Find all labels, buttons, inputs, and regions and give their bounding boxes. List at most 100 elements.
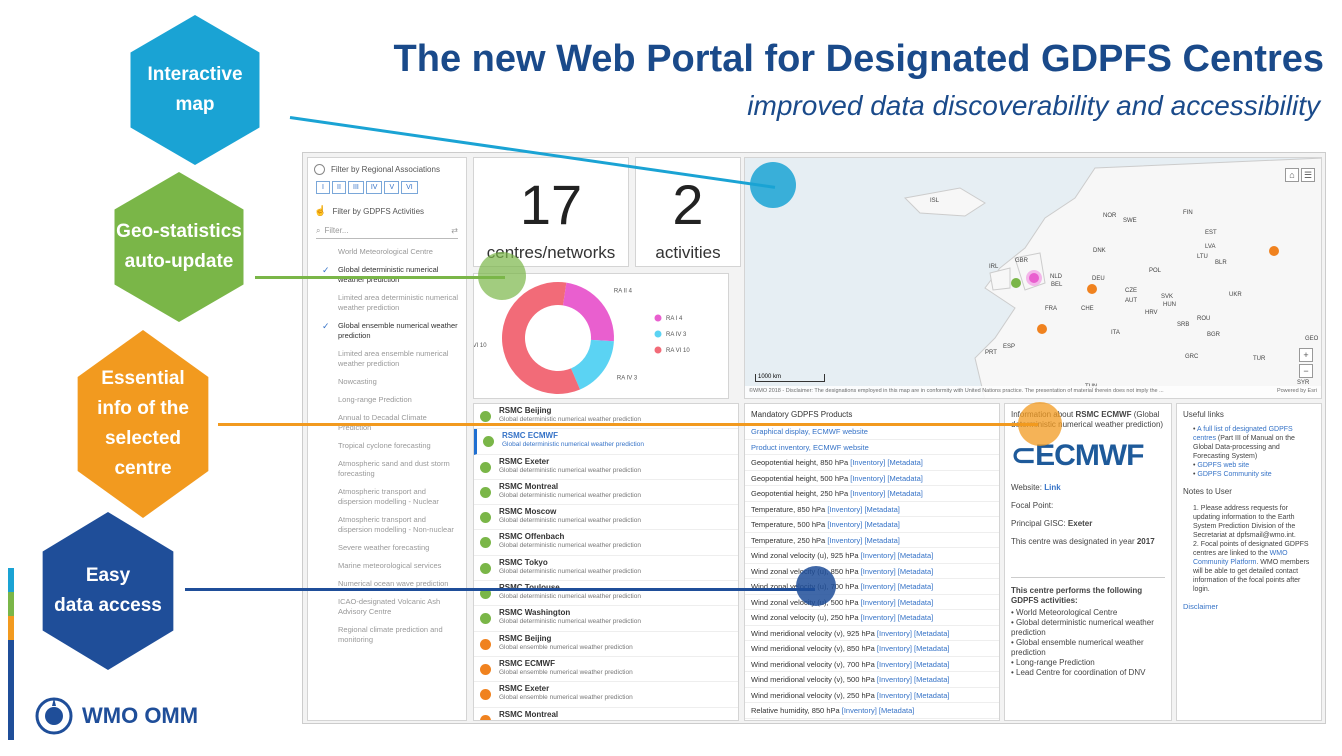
inventory-link[interactable]: [Inventory]: [850, 489, 885, 498]
zoom-in-button[interactable]: +: [1299, 348, 1313, 362]
metadata-link[interactable]: [Metadata]: [914, 660, 949, 669]
centre-list-item[interactable]: RSMC Moscow Global deterministic numerica…: [474, 505, 738, 531]
activity-filter-item[interactable]: Atmospheric transport and dispersion mod…: [314, 511, 460, 539]
interactive-map[interactable]: ISL NOR SWE FIN EST LVA LTU DNK BLR IRL GBR NLD BEL D…: [744, 157, 1322, 399]
inventory-link[interactable]: [Inventory]: [861, 567, 896, 576]
metadata-link[interactable]: [Metadata]: [914, 644, 949, 653]
inventory-link[interactable]: [Inventory]: [877, 629, 912, 638]
metadata-link[interactable]: [Metadata]: [898, 613, 933, 622]
metadata-link[interactable]: [Metadata]: [898, 582, 933, 591]
gdpfs-website-link[interactable]: GDPFS web site: [1197, 462, 1249, 469]
inventory-link[interactable]: [Inventory]: [827, 520, 862, 529]
metadata-link[interactable]: [Metadata]: [914, 691, 949, 700]
centre-list-item[interactable]: RSMC ECMWF Global deterministic numerical…: [474, 429, 738, 455]
centre-name: RSMC ECMWF: [502, 431, 558, 441]
callout-geo-statistics: Geo-statistics auto-update: [114, 172, 244, 322]
activity-filter-item[interactable]: Long-range Prediction: [314, 391, 460, 409]
region-button-iv[interactable]: IV: [365, 181, 383, 194]
callout-essential-info: Essential info of the selected centre: [77, 330, 209, 518]
inventory-link[interactable]: [Inventory]: [861, 551, 896, 560]
metadata-link[interactable]: [Metadata]: [914, 629, 949, 638]
metadata-link[interactable]: [Metadata]: [864, 505, 899, 514]
metadata-link[interactable]: [Metadata]: [887, 458, 922, 467]
centre-list-item[interactable]: RSMC Washington Global deterministic nume…: [474, 606, 738, 632]
activity-filter-item[interactable]: ICAO-designated Volcanic Ash Advisory Ce…: [314, 593, 460, 621]
activity-filter-item[interactable]: Regional climate prediction and monitori…: [314, 621, 460, 649]
centre-list-item[interactable]: RSMC Exeter Global ensemble numerical wea…: [474, 682, 738, 708]
product-link-row: Product inventory, ECMWF website: [745, 440, 999, 455]
zoom-out-button[interactable]: −: [1299, 364, 1313, 378]
region-button-vi[interactable]: VI: [401, 181, 418, 194]
activity-filter-item[interactable]: Nowcasting: [314, 373, 460, 391]
map-scale-label: 1000 km: [758, 374, 782, 380]
metadata-link[interactable]: [Metadata]: [898, 598, 933, 607]
activity-filter-item[interactable]: Limited area ensemble numerical weather …: [314, 345, 460, 373]
inventory-link[interactable]: [Inventory]: [861, 582, 896, 591]
inventory-link[interactable]: [Inventory]: [827, 505, 862, 514]
inventory-link[interactable]: [Inventory]: [850, 474, 885, 483]
gdpfs-community-link[interactable]: GDPFS Community site: [1197, 471, 1271, 478]
region-button-ii[interactable]: II: [332, 181, 346, 194]
centre-name: RSMC Exeter: [499, 684, 550, 694]
centre-list-item[interactable]: RSMC Tokyo Global deterministic numerical…: [474, 556, 738, 582]
inventory-link[interactable]: [Inventory]: [827, 536, 862, 545]
activity-filter-item[interactable]: Marine meteorological services: [314, 557, 460, 575]
centre-list-item[interactable]: RSMC Montreal Global deterministic numeri…: [474, 480, 738, 506]
activity-search-input[interactable]: ⌕ Filter... ⇄: [316, 223, 458, 239]
centre-list-item[interactable]: RSMC ToulouseGlobal deterministic numeri…: [474, 581, 738, 607]
map-marker-offenbach[interactable]: [1087, 284, 1097, 294]
metadata-link[interactable]: [Metadata]: [914, 675, 949, 684]
activity-filter-item[interactable]: Tropical cyclone forecasting: [314, 437, 460, 455]
activity-filter-item[interactable]: Severe weather forecasting: [314, 539, 460, 557]
clear-filter-icon[interactable]: ⇄: [451, 226, 458, 235]
inventory-link[interactable]: [Inventory]: [877, 691, 912, 700]
centre-name: RSMC Offenbach: [499, 532, 565, 542]
centre-list-item[interactable]: RSMC Offenbach Global deterministic numer…: [474, 530, 738, 556]
donut-slice[interactable]: [570, 339, 614, 390]
map-marker-exeter[interactable]: [1011, 278, 1021, 288]
map-marker-ecmwf[interactable]: [1026, 270, 1042, 286]
centre-activity-item: • Global ensemble numerical weather pred…: [1011, 638, 1165, 658]
inventory-link[interactable]: [Inventory]: [861, 598, 896, 607]
centre-activity: Global deterministic numerical weather p…: [502, 441, 644, 449]
website-link[interactable]: Link: [1044, 483, 1060, 492]
activity-filter-item[interactable]: Limited area deterministic numerical wea…: [314, 289, 460, 317]
metadata-link[interactable]: [Metadata]: [898, 567, 933, 576]
centre-list-item[interactable]: RSMC MontrealGlobal ensemble numerical w…: [474, 708, 738, 720]
region-button-v[interactable]: V: [384, 181, 400, 194]
data-highlight-bubble: [796, 566, 836, 606]
metadata-link[interactable]: [Metadata]: [898, 551, 933, 560]
metadata-link[interactable]: [Metadata]: [887, 489, 922, 498]
activity-filter-item[interactable]: World Meteorological Centre: [314, 243, 460, 261]
graphical-display-link[interactable]: Graphical display, ECMWF website: [751, 427, 868, 436]
activity-filter-item[interactable]: Global ensemble numerical weather predic…: [314, 317, 460, 345]
inventory-link[interactable]: [Inventory]: [850, 458, 885, 467]
activities-filter-header: ☝ Filter by GDPFS Activities: [308, 200, 466, 221]
home-icon[interactable]: ⌂: [1285, 168, 1299, 182]
country-label: LVA: [1205, 244, 1216, 250]
inventory-link[interactable]: [Inventory]: [877, 644, 912, 653]
donut-slice[interactable]: [562, 282, 614, 342]
region-button-iii[interactable]: III: [348, 181, 364, 194]
centre-list-item[interactable]: RSMC Exeter Global deterministic numerica…: [474, 455, 738, 480]
region-button-i[interactable]: I: [316, 181, 330, 194]
map-marker-toulouse[interactable]: [1037, 324, 1047, 334]
activity-filter-item[interactable]: Atmospheric sand and dust storm forecast…: [314, 455, 460, 483]
search-icon: ⌕: [316, 225, 321, 235]
inventory-link[interactable]: [Inventory]: [842, 706, 877, 715]
metadata-link[interactable]: [Metadata]: [864, 520, 899, 529]
inventory-link[interactable]: [Inventory]: [861, 613, 896, 622]
metadata-link[interactable]: [Metadata]: [864, 536, 899, 545]
activity-filter-item[interactable]: Atmospheric transport and dispersion mod…: [314, 483, 460, 511]
product-inventory-link[interactable]: Product inventory, ECMWF website: [751, 443, 869, 452]
activity-filter-item[interactable]: Global deterministic numerical weather p…: [314, 261, 460, 289]
centre-list-item[interactable]: RSMC Beijing Global ensemble numerical we…: [474, 632, 738, 657]
inventory-link[interactable]: [Inventory]: [877, 675, 912, 684]
list-icon[interactable]: ☰: [1301, 168, 1315, 182]
metadata-link[interactable]: [Metadata]: [887, 474, 922, 483]
centre-list-item[interactable]: RSMC ECMWF Global ensemble numerical weat…: [474, 657, 738, 683]
disclaimer-link[interactable]: Disclaimer: [1183, 602, 1315, 611]
metadata-link[interactable]: [Metadata]: [879, 706, 914, 715]
inventory-link[interactable]: [Inventory]: [877, 660, 912, 669]
map-marker-moscow[interactable]: [1269, 246, 1279, 256]
